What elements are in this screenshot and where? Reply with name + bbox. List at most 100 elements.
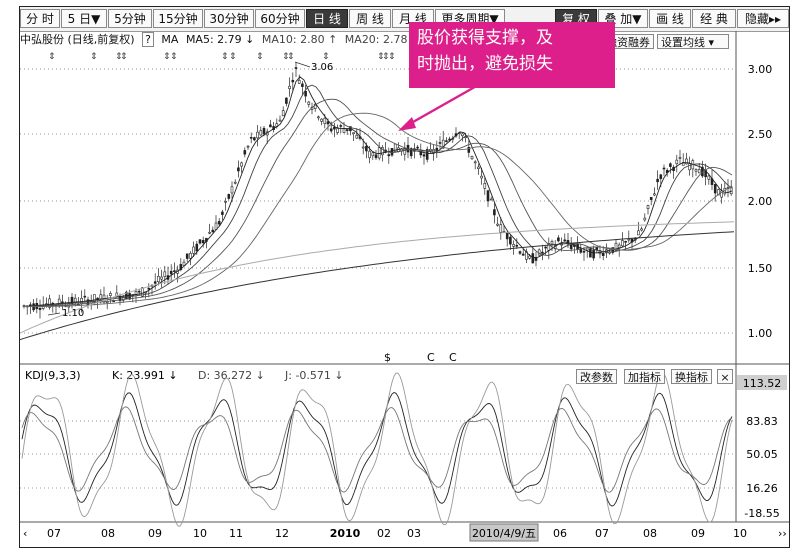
candle-body bbox=[253, 137, 256, 141]
candle-body bbox=[582, 250, 586, 253]
switch-indicator-button[interactable]: 换指标 bbox=[671, 369, 712, 384]
candle-body bbox=[550, 241, 554, 245]
candle-body bbox=[214, 222, 218, 230]
kdj-k-value: K: 23.991 ↓ bbox=[112, 369, 178, 382]
candle-body bbox=[617, 244, 621, 248]
candle-body bbox=[304, 91, 307, 97]
candle-body bbox=[317, 116, 320, 119]
candle-body bbox=[445, 140, 448, 142]
candle-body bbox=[355, 134, 359, 139]
candle-body bbox=[473, 161, 477, 164]
candle-body bbox=[541, 251, 544, 254]
event-mark-c2[interactable]: C bbox=[449, 351, 457, 364]
candle-body bbox=[438, 142, 442, 144]
cursor-date: 2010/4/9/五 bbox=[472, 527, 536, 540]
event-mark-dividend[interactable]: $ bbox=[384, 351, 391, 364]
callout-arrowhead bbox=[398, 117, 416, 131]
candle-body bbox=[288, 85, 291, 90]
time-label: 10 bbox=[193, 527, 207, 540]
candle-body bbox=[697, 169, 701, 174]
candle-body bbox=[374, 154, 378, 159]
candle-body bbox=[185, 253, 189, 259]
close-indicator-icon[interactable]: × bbox=[717, 369, 733, 384]
candle-body bbox=[592, 249, 595, 259]
candle-body bbox=[345, 129, 349, 131]
candle-body bbox=[643, 217, 647, 221]
time-label: 08 bbox=[643, 527, 657, 540]
candle-body bbox=[246, 145, 250, 148]
candle-body bbox=[240, 162, 243, 167]
candle-body bbox=[515, 245, 519, 247]
candle-body bbox=[416, 146, 419, 149]
scroll-left-icon[interactable]: ‹ bbox=[23, 527, 27, 540]
candle-body bbox=[208, 231, 211, 234]
candle-body bbox=[169, 270, 173, 275]
candle-body bbox=[336, 128, 339, 133]
chart-window: 分 时 5 日▼ 5分钟 15分钟 30分钟 60分钟 日 线 周 线 月 线 … bbox=[19, 6, 790, 548]
candle-body bbox=[422, 154, 426, 157]
time-label: 06 bbox=[553, 527, 567, 540]
trade-marker: ⇕ bbox=[221, 52, 229, 62]
ma-line bbox=[23, 84, 733, 308]
candle-body bbox=[387, 154, 391, 157]
low-label: 1.10 bbox=[62, 308, 84, 319]
candle-body bbox=[675, 159, 679, 165]
kdj-line bbox=[21, 371, 733, 527]
add-indicator-button[interactable]: 加指标 bbox=[624, 369, 665, 384]
change-params-button[interactable]: 改参数 bbox=[576, 369, 617, 384]
candle-body bbox=[137, 290, 141, 293]
candle-body bbox=[496, 223, 499, 226]
candle-body bbox=[342, 128, 346, 133]
candle-body bbox=[489, 198, 493, 201]
scroll-right-icon[interactable]: ›› bbox=[778, 527, 787, 540]
kdj-d-value: D: 36.272 ↓ bbox=[198, 369, 265, 382]
trade-marker: ⇕ bbox=[322, 52, 330, 62]
price-tick-3.00: 3.00 bbox=[748, 63, 773, 76]
kdj-line bbox=[21, 391, 733, 507]
candle-body bbox=[243, 150, 247, 155]
high-pointer bbox=[294, 61, 311, 68]
candle-body bbox=[637, 230, 640, 236]
time-label: 10 bbox=[733, 527, 747, 540]
candle-body bbox=[521, 253, 525, 256]
candle-body bbox=[601, 252, 605, 256]
candle-body bbox=[256, 131, 259, 139]
time-label: 02 bbox=[377, 527, 391, 540]
candle-body bbox=[195, 243, 199, 252]
trade-marker: ⇕ bbox=[229, 52, 237, 62]
candle-body bbox=[326, 121, 330, 125]
candle-body bbox=[499, 224, 503, 233]
time-label: 11 bbox=[229, 527, 243, 540]
candle-body bbox=[707, 175, 711, 180]
chart-canvas[interactable]: 3.00 2.50 2.00 1.50 1.00 ⇕ ⇕ ⇕⇕ ⇕ ⇕ ⇕ ⇕ ⇕ ⇕⇕ ⇕ ⇕⇕⇕… bbox=[20, 7, 789, 547]
event-mark-c1[interactable]: C bbox=[427, 351, 435, 364]
price-tick-2.00: 2.00 bbox=[748, 195, 773, 208]
price-tick-1.00: 1.00 bbox=[748, 327, 773, 340]
candle-body bbox=[544, 246, 547, 249]
ma-line bbox=[24, 98, 733, 308]
candle-body bbox=[297, 79, 301, 84]
candle-body bbox=[259, 130, 263, 136]
candle-body bbox=[99, 294, 103, 300]
time-label: 03 bbox=[407, 527, 421, 540]
candle-body bbox=[147, 287, 151, 290]
trade-marker: ⇕ bbox=[388, 52, 396, 62]
candle-body bbox=[505, 232, 509, 240]
candle-body bbox=[285, 97, 288, 104]
time-label: 08 bbox=[101, 527, 115, 540]
candle-body bbox=[563, 239, 567, 242]
candle-body bbox=[230, 186, 234, 194]
candle-body bbox=[646, 205, 650, 210]
candle-body bbox=[585, 247, 589, 251]
candle-body bbox=[662, 167, 666, 170]
callout-line-1: 股价获得支撑，及 bbox=[417, 28, 553, 48]
candle-body bbox=[509, 236, 512, 245]
candle-body bbox=[320, 118, 323, 122]
candle-body bbox=[656, 178, 659, 183]
candle-body bbox=[221, 211, 224, 215]
candle-body bbox=[278, 119, 282, 122]
candle-body bbox=[192, 246, 195, 254]
kdj-label: KDJ(9,3,3) bbox=[25, 369, 81, 382]
time-label: 09 bbox=[148, 527, 162, 540]
callout-arrow bbox=[405, 82, 481, 128]
